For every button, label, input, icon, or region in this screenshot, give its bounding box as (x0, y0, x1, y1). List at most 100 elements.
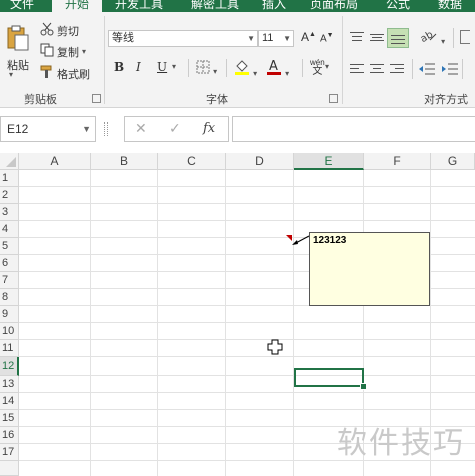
font-color-icon: A (266, 58, 282, 79)
insert-function-button[interactable]: fx (203, 121, 215, 136)
fill-handle[interactable] (360, 383, 367, 390)
italic-button[interactable]: I (136, 60, 141, 74)
row-header[interactable]: 6 (0, 255, 19, 272)
font-launcher-icon[interactable] (329, 94, 338, 103)
column-header-e[interactable]: E (294, 153, 364, 170)
copy-button[interactable]: 复制 ▾ (40, 43, 86, 60)
paint-bucket-icon (234, 58, 250, 79)
underline-button[interactable]: U (157, 60, 167, 74)
column-header-f[interactable]: F (364, 153, 431, 170)
copy-icon (40, 43, 54, 60)
row-header[interactable]: 13 (0, 376, 19, 393)
tab-insert[interactable]: 插入 (256, 0, 292, 12)
gridline (19, 392, 475, 393)
column-header-g[interactable]: G (431, 153, 475, 170)
gridline (19, 186, 475, 187)
phonetic-dropdown-icon[interactable]: ▾ (325, 62, 329, 71)
cut-button[interactable]: 剪切 (40, 22, 79, 39)
tab-data[interactable]: 数据 (430, 0, 470, 12)
row-header[interactable]: 15 (0, 410, 19, 427)
gridline (19, 375, 475, 376)
font-color-button[interactable]: A ▾ (266, 58, 289, 79)
shrink-font-button[interactable]: A▼ (320, 32, 334, 44)
align-center-button[interactable] (370, 62, 384, 76)
align-bottom-button[interactable] (387, 28, 409, 48)
font-size-value: 11 (262, 32, 274, 44)
align-right-button[interactable] (390, 62, 404, 76)
paste-dropdown-icon[interactable]: ▾ (9, 70, 13, 79)
tab-developer[interactable]: 开发工具 (108, 0, 170, 12)
cell-comment[interactable]: 123123 (309, 232, 430, 306)
clipboard-launcher-icon[interactable] (92, 94, 101, 103)
row-header[interactable]: 11 (0, 340, 19, 357)
gridline (19, 220, 475, 221)
row-header[interactable] (0, 461, 19, 476)
paste-button[interactable]: 粘贴 (6, 24, 30, 73)
svg-text:A: A (269, 59, 278, 74)
orientation-button[interactable]: ab ▾ (419, 28, 445, 47)
enter-check-icon[interactable]: ✓ (169, 120, 181, 137)
row-header[interactable]: 4 (0, 221, 19, 238)
column-header-a[interactable]: A (19, 153, 91, 170)
copy-dropdown-icon[interactable]: ▾ (82, 47, 86, 56)
row-header[interactable]: 7 (0, 272, 19, 289)
gridline (19, 322, 475, 323)
row-header[interactable]: 2 (0, 187, 19, 204)
gridline (225, 170, 226, 476)
fill-color-button[interactable]: ▾ (234, 58, 257, 79)
row-header[interactable]: 14 (0, 393, 19, 410)
font-size-combo[interactable]: 11 ▼ (258, 30, 294, 47)
row-header[interactable]: 17 (0, 444, 19, 461)
decrease-indent-button[interactable] (419, 62, 435, 79)
row-header[interactable]: 8 (0, 289, 19, 306)
cancel-icon[interactable]: ✕ (135, 120, 147, 137)
row-header[interactable]: 9 (0, 306, 19, 323)
row-header[interactable]: 1 (0, 170, 19, 187)
tab-home[interactable]: 开始 (52, 0, 102, 12)
row-header[interactable]: 3 (0, 204, 19, 221)
underline-dropdown-icon[interactable]: ▾ (172, 62, 176, 71)
formula-input[interactable] (232, 116, 475, 142)
column-header-c[interactable]: C (158, 153, 226, 170)
column-header-b[interactable]: B (91, 153, 158, 170)
font-name-value: 等线 (112, 32, 134, 44)
formula-bar: E12 ▼ ✕ ✓ fx (0, 108, 475, 152)
tab-formulas[interactable]: 公式 (380, 0, 416, 12)
tab-decrypt[interactable]: 解密工具 (184, 0, 246, 12)
tab-file[interactable]: 文件 (0, 0, 44, 12)
grow-font-button[interactable]: A▲ (301, 30, 316, 44)
font-name-combo[interactable]: 等线 ▼ (108, 30, 258, 47)
chevron-down-icon: ▾ (213, 67, 218, 76)
gridline (19, 203, 475, 204)
watermark: 软件技巧 (337, 426, 465, 461)
gridline (90, 170, 91, 476)
row-header[interactable]: 16 (0, 427, 19, 444)
gridline (19, 339, 475, 340)
borders-button[interactable]: ▾ (196, 60, 217, 77)
phonetic-button[interactable]: wén 文 (310, 58, 325, 77)
name-box-value: E12 (7, 122, 29, 136)
chevron-down-icon: ▾ (285, 69, 290, 78)
separator (453, 28, 454, 48)
align-middle-button[interactable] (370, 30, 384, 44)
phonetic-glyph: 文 (312, 66, 323, 77)
increase-indent-button[interactable] (442, 62, 458, 79)
tab-page-layout[interactable]: 页面布局 (304, 0, 364, 12)
column-header-d[interactable]: D (226, 153, 294, 170)
name-box[interactable]: E12 ▼ (0, 116, 96, 142)
row-header[interactable]: 5 (0, 238, 19, 255)
align-top-button[interactable] (350, 30, 364, 44)
active-cell-e12[interactable] (294, 368, 364, 387)
formula-bar-grip[interactable] (104, 122, 108, 136)
row-header[interactable]: 10 (0, 323, 19, 340)
bold-button[interactable]: B (114, 60, 124, 74)
gridline (157, 170, 158, 476)
shrink-font-icon: A (320, 33, 327, 45)
row-header-selected[interactable]: 12 (0, 357, 19, 376)
format-painter-button[interactable]: 格式刷 (40, 65, 90, 82)
separator (462, 59, 463, 79)
wrap-text-button[interactable] (460, 30, 470, 44)
select-all-corner[interactable] (0, 153, 19, 170)
cell-cursor-icon (267, 339, 283, 355)
align-left-button[interactable] (350, 62, 364, 76)
